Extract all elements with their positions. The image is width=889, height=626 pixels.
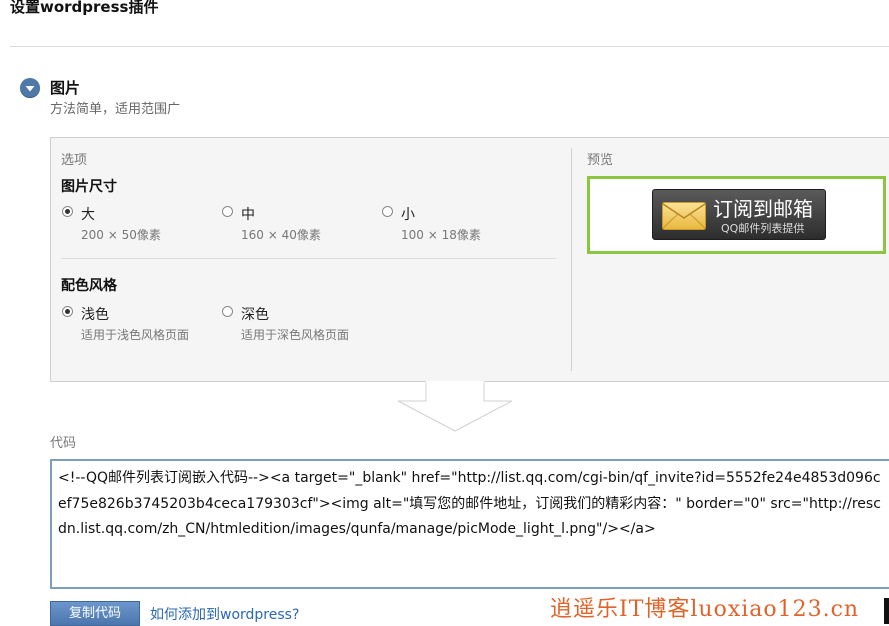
edge-bar xyxy=(884,598,889,624)
group-divider xyxy=(61,258,556,259)
badge-main-text: 订阅到邮箱 xyxy=(713,197,813,221)
code-label: 代码 xyxy=(50,436,77,451)
watermark: 逍遥乐IT博客luoxiao123.cn xyxy=(550,597,860,622)
size-large-label[interactable]: 大 xyxy=(81,204,95,224)
color-dark-desc: 适用于深色风格页面 xyxy=(241,328,350,342)
badge-sub-text: QQ邮件列表提供 xyxy=(721,222,805,235)
help-link[interactable]: 如何添加到wordpress? xyxy=(150,604,299,624)
page-title: 设置wordpress插件 xyxy=(10,0,159,16)
size-small-radio[interactable] xyxy=(382,206,393,217)
options-label: 选项 xyxy=(61,153,88,168)
section-subtitle: 方法简单，适用范围广 xyxy=(50,102,181,117)
subscribe-badge: 订阅到邮箱 QQ邮件列表提供 xyxy=(652,189,826,240)
divider xyxy=(10,46,889,47)
preview-box: 订阅到邮箱 QQ邮件列表提供 xyxy=(587,176,886,254)
color-group-title: 配色风格 xyxy=(61,278,117,294)
code-textarea[interactable]: <!--QQ邮件列表订阅嵌入代码--><a target="_blank" hr… xyxy=(50,459,889,589)
color-dark-label[interactable]: 深色 xyxy=(241,304,269,324)
size-large-desc: 200 × 50像素 xyxy=(81,228,161,242)
size-medium-label[interactable]: 中 xyxy=(241,204,255,224)
options-panel: 选项 图片尺寸 大 200 × 50像素 中 160 × 40像素 小 100 … xyxy=(50,137,889,382)
size-large-radio[interactable] xyxy=(62,206,73,217)
color-light-radio[interactable] xyxy=(62,306,73,317)
chevron-down-icon[interactable] xyxy=(20,78,40,98)
down-arrow-icon xyxy=(397,381,513,432)
size-medium-radio[interactable] xyxy=(222,206,233,217)
copy-code-button[interactable]: 复制代码 xyxy=(50,601,140,626)
size-medium-desc: 160 × 40像素 xyxy=(241,228,321,242)
size-small-desc: 100 × 18像素 xyxy=(401,228,481,242)
envelope-icon xyxy=(662,202,706,230)
panel-divider xyxy=(571,148,572,371)
color-light-desc: 适用于浅色风格页面 xyxy=(81,328,190,342)
color-dark-radio[interactable] xyxy=(222,306,233,317)
section-title: 图片 xyxy=(50,79,81,97)
preview-label: 预览 xyxy=(587,153,614,168)
size-small-label[interactable]: 小 xyxy=(401,204,415,224)
color-light-label[interactable]: 浅色 xyxy=(81,304,109,324)
size-group-title: 图片尺寸 xyxy=(61,179,117,195)
